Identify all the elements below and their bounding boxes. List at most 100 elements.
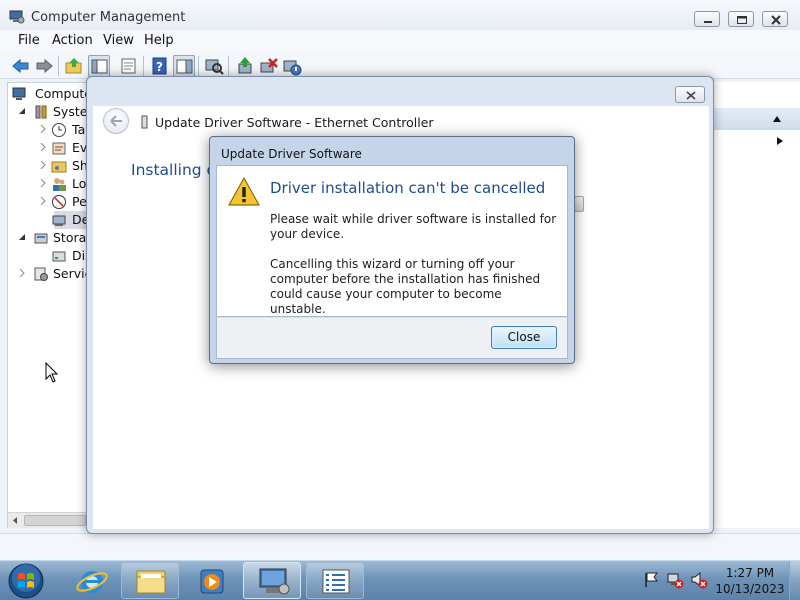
- expanded-arrow-icon: [19, 234, 25, 240]
- help-icon: ?: [152, 57, 167, 75]
- window-title: Computer Management: [31, 10, 186, 25]
- taskbar-windows-explorer[interactable]: [121, 562, 179, 599]
- status-bar: [0, 533, 800, 560]
- tree-item-system-tools[interactable]: System: [8, 103, 88, 121]
- wizard-header: Update Driver Software - Ethernet Contro…: [93, 106, 709, 138]
- scrollbar-thumb[interactable]: [24, 515, 86, 526]
- update-driver-button[interactable]: [234, 55, 256, 77]
- taskbar-task-list[interactable]: [306, 562, 364, 599]
- tray-volume[interactable]: [690, 571, 708, 589]
- tree-item-local-users[interactable]: Lo: [8, 175, 88, 193]
- forward-button[interactable]: [33, 55, 55, 77]
- wizard-title: Update Driver Software - Ethernet Contro…: [155, 115, 434, 130]
- more-actions-arrow-icon[interactable]: [776, 136, 784, 146]
- tree-item-event-viewer[interactable]: Eve: [8, 139, 88, 157]
- help-button[interactable]: ?: [149, 55, 171, 77]
- actions-header[interactable]: [712, 108, 800, 130]
- menu-bar: File Action View Help: [0, 30, 800, 52]
- taskbar: [0, 560, 800, 600]
- taskbar-computer-management[interactable]: [243, 562, 301, 599]
- up-folder-icon: [65, 58, 82, 74]
- back-icon: [12, 58, 29, 74]
- dialog-message-warning: Cancelling this wizard or turning off yo…: [270, 257, 541, 316]
- tree-label: Service: [53, 266, 88, 281]
- tray-network[interactable]: [666, 571, 684, 589]
- expanded-arrow-icon: [19, 108, 25, 114]
- event-viewer-icon: [52, 142, 66, 155]
- properties-icon: [121, 58, 136, 74]
- dialog-heading: Driver installation can't be cancelled: [270, 179, 546, 197]
- dialog-title: Update Driver Software: [221, 147, 362, 161]
- tray-action-center[interactable]: [643, 571, 661, 589]
- clock-time[interactable]: 1:27 PM: [712, 566, 788, 580]
- tree-item-performance[interactable]: Pe: [8, 193, 88, 211]
- up-folder-button[interactable]: [63, 55, 85, 77]
- tree-item-computer[interactable]: Computer: [8, 85, 88, 103]
- uninstall-button[interactable]: [258, 55, 280, 77]
- forward-icon: [36, 58, 53, 74]
- device-icon: [141, 115, 148, 129]
- maximize-button[interactable]: [728, 11, 754, 27]
- back-button[interactable]: [10, 55, 32, 77]
- show-hide-action-pane-button[interactable]: [173, 55, 195, 77]
- close-window-button[interactable]: [762, 11, 788, 27]
- enable-device-icon: [283, 60, 302, 76]
- tree-item-task-scheduler[interactable]: Ta: [8, 121, 88, 139]
- menu-help[interactable]: Help: [144, 33, 174, 48]
- action-center-flag-icon: [645, 572, 658, 587]
- clock-date[interactable]: 10/13/2023: [712, 582, 788, 596]
- scroll-left-icon: [13, 517, 17, 524]
- shared-folder-icon: [51, 161, 67, 173]
- close-button[interactable]: Close: [491, 326, 557, 349]
- collapsed-arrow-icon: [40, 125, 46, 133]
- toolbar-separator: [143, 56, 144, 76]
- enable-device-button[interactable]: [281, 55, 303, 77]
- collapsed-arrow-icon: [40, 179, 46, 187]
- tree-item-disk-management[interactable]: Dis: [8, 247, 88, 265]
- clock-icon: [52, 123, 66, 137]
- minimize-button[interactable]: [694, 11, 720, 27]
- progress-bar: [574, 196, 584, 212]
- windows-explorer-icon: [136, 570, 166, 594]
- task-list-icon: [322, 569, 350, 594]
- cannot-cancel-dialog: Update Driver Software Driver installati…: [209, 136, 575, 364]
- show-hide-tree-button[interactable]: [88, 55, 110, 77]
- tree-item-shared-folders[interactable]: Sh: [8, 157, 88, 175]
- minimize-icon: [704, 21, 712, 23]
- properties-button[interactable]: [118, 55, 140, 77]
- menu-action[interactable]: Action: [52, 33, 93, 48]
- show-desktop-button[interactable]: [789, 561, 800, 600]
- collapse-up-icon: [773, 116, 781, 122]
- disk-icon: [52, 251, 66, 262]
- dialog-message-wait: Please wait while driver software is ins…: [270, 212, 557, 241]
- taskbar-internet-explorer[interactable]: [62, 562, 120, 599]
- tree-label: Pe: [72, 194, 87, 209]
- tree-item-services[interactable]: Service: [8, 265, 88, 283]
- wizard-back-button[interactable]: [103, 108, 129, 134]
- close-icon: [686, 91, 696, 100]
- console-tree: Computer System Ta Eve Sh Lo: [7, 82, 89, 528]
- show-hide-tree-icon: [91, 59, 108, 74]
- tree-item-device-manager[interactable]: De: [8, 211, 88, 229]
- scan-hardware-icon: [205, 59, 224, 75]
- start-orb-icon: [8, 563, 44, 599]
- volume-muted-icon: [691, 571, 708, 589]
- internet-explorer-icon: [76, 571, 108, 593]
- tree-horizontal-scrollbar[interactable]: [8, 512, 88, 528]
- title-bar[interactable]: Computer Management: [0, 0, 800, 30]
- taskbar-media-player[interactable]: [182, 562, 240, 599]
- back-arrow-icon: [110, 115, 122, 127]
- menu-file[interactable]: File: [18, 33, 40, 48]
- start-button[interactable]: [6, 562, 46, 600]
- media-player-icon: [200, 569, 224, 594]
- tree-item-storage[interactable]: Storag: [8, 229, 88, 247]
- update-driver-icon: [238, 57, 252, 74]
- wizard-close-button[interactable]: [675, 86, 705, 103]
- menu-view[interactable]: View: [103, 33, 134, 48]
- computer-management-icon: [9, 10, 25, 24]
- collapsed-arrow-icon: [40, 161, 46, 169]
- network-disconnected-icon: [667, 573, 684, 589]
- actions-pane: [712, 82, 800, 528]
- scan-hardware-button[interactable]: [203, 55, 225, 77]
- computer-management-icon: [259, 568, 290, 595]
